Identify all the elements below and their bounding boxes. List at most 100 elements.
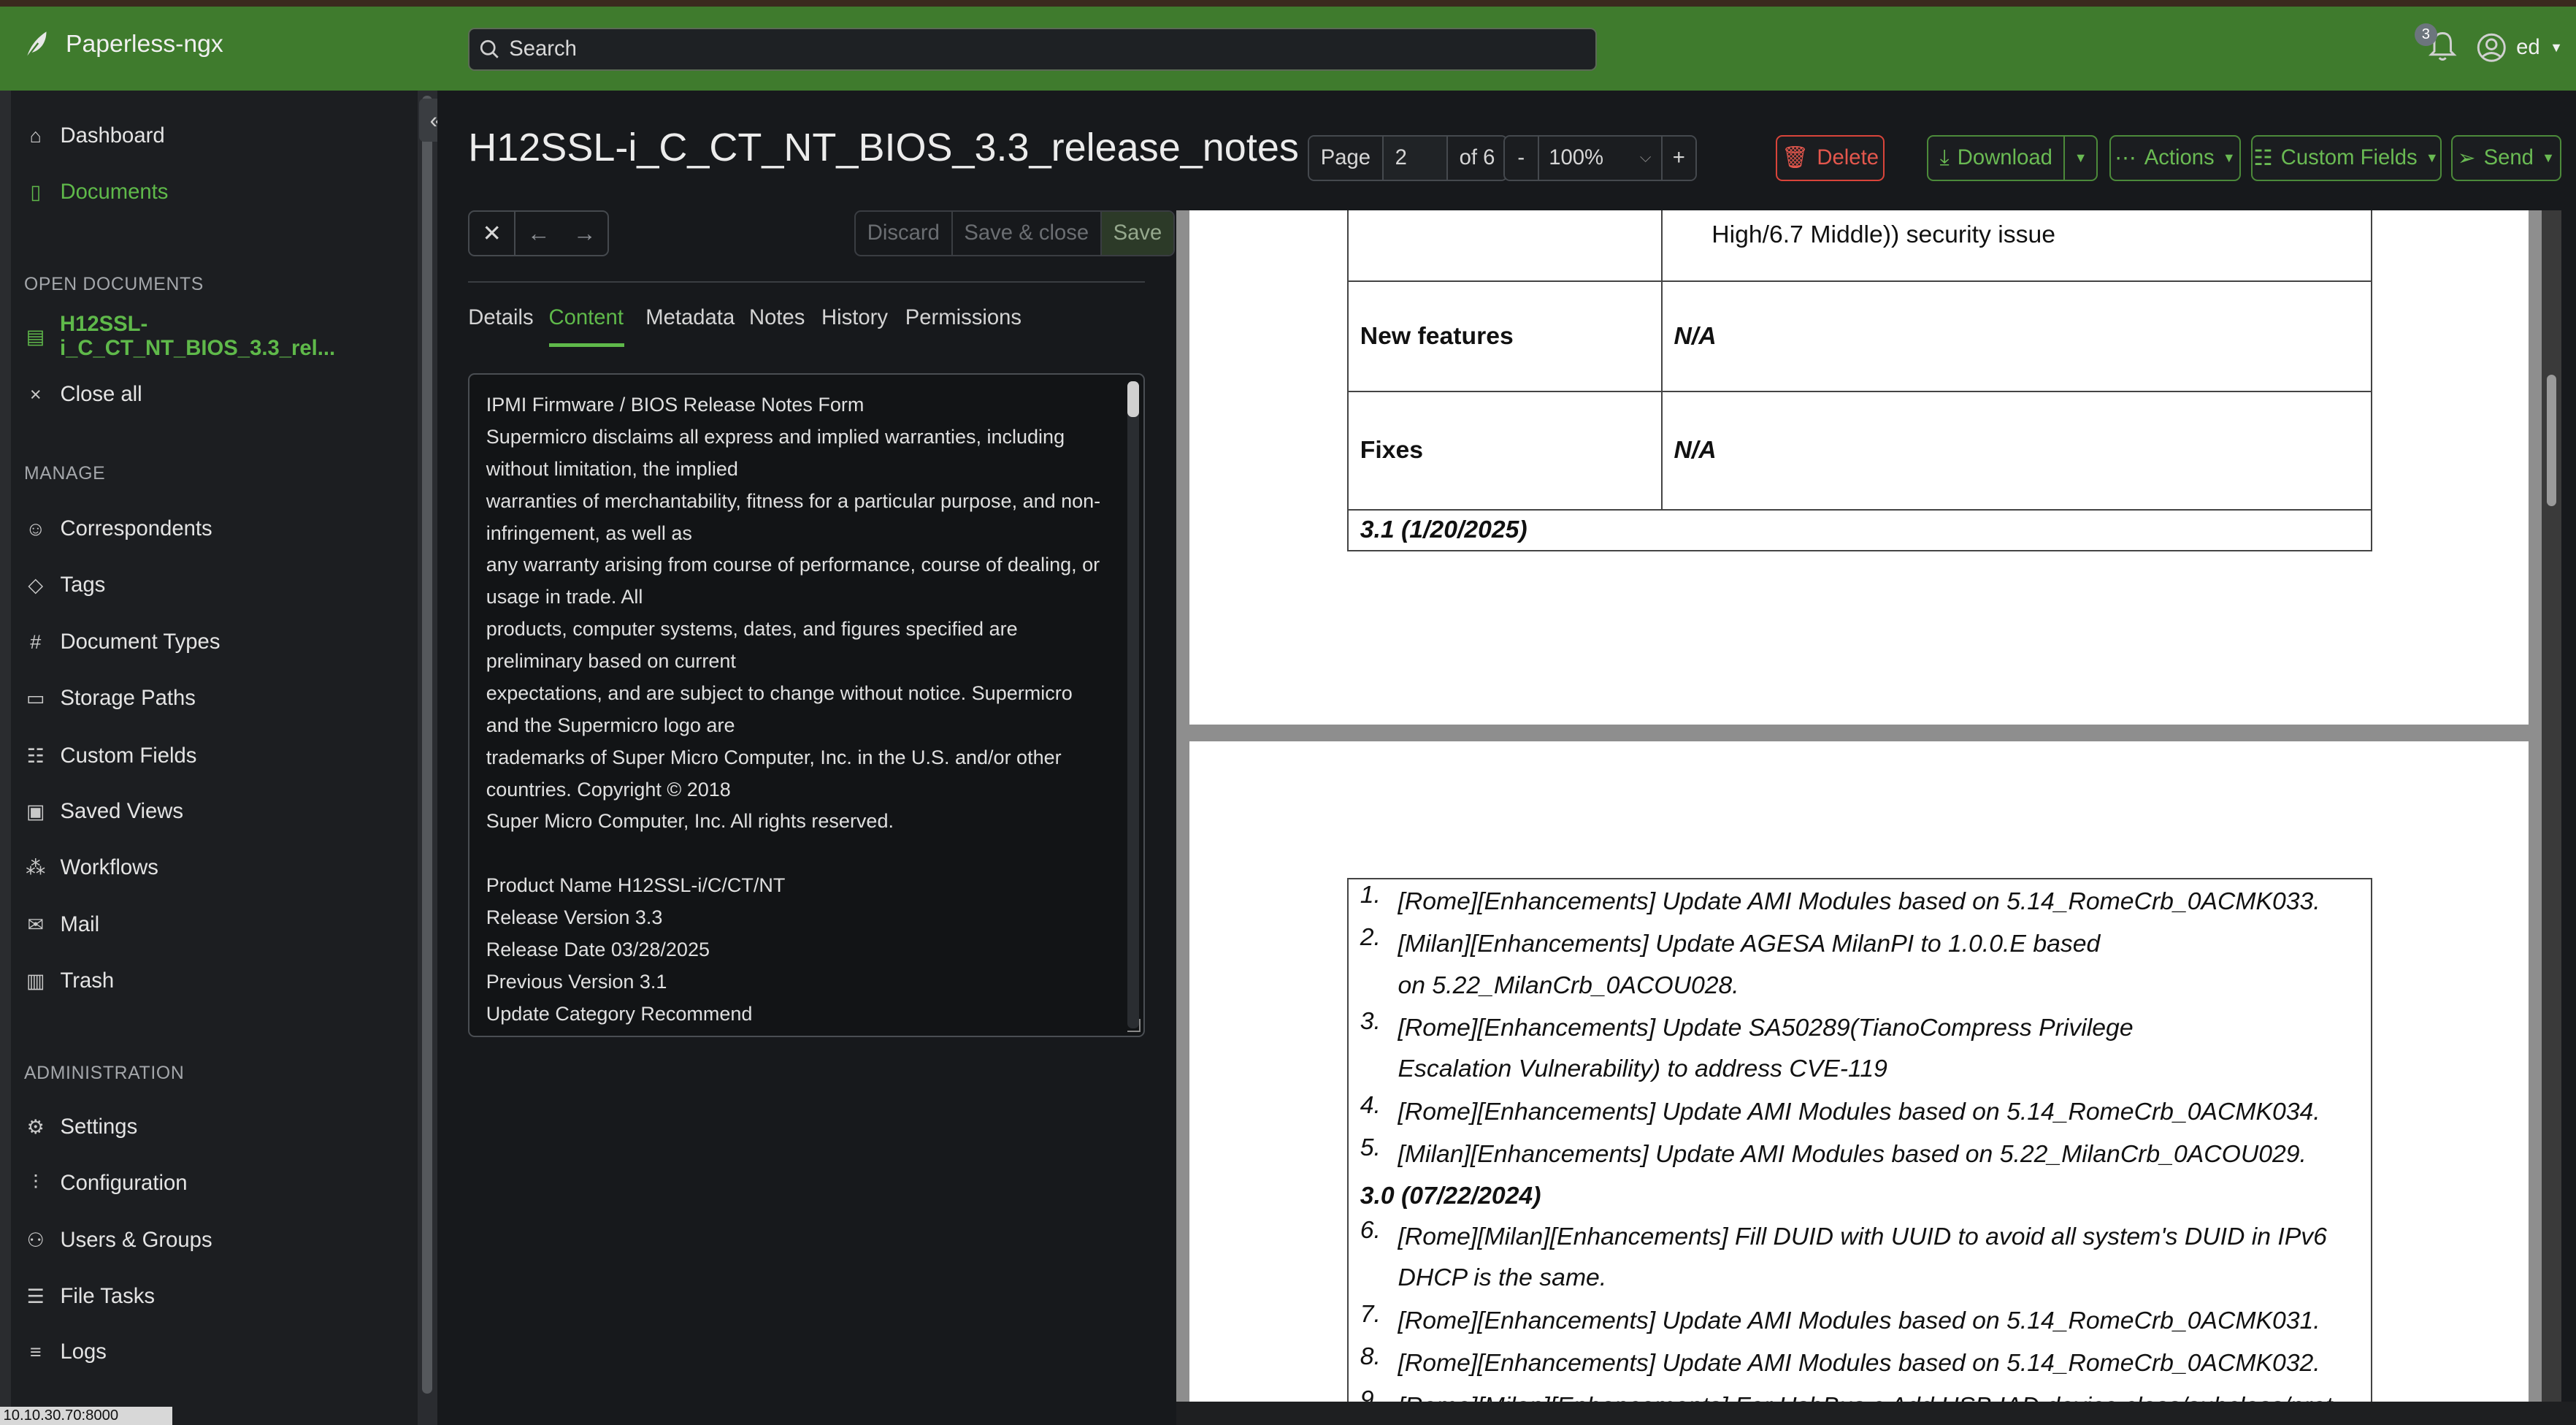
- chevron-down-icon: ⌵: [1640, 150, 1651, 167]
- sidebar-item-close-all[interactable]: × Close all: [24, 378, 142, 411]
- sidebar-item-mail[interactable]: ✉ Mail: [24, 909, 99, 941]
- sliders-icon: ⫶: [24, 1172, 47, 1195]
- zoom-value: 100%: [1549, 146, 1603, 170]
- sidebar-item-label: Settings: [61, 1115, 138, 1139]
- list-item-number: 5.: [1360, 1134, 1398, 1174]
- sidebar-item-correspondents[interactable]: ☺ Correspondents: [24, 513, 212, 546]
- save-close-button[interactable]: Save & close: [951, 212, 1100, 255]
- table-row: High/6.7 Middle)) security issue: [1348, 210, 2372, 281]
- pdf-viewer[interactable]: High/6.7 Middle)) security issue New fea…: [1176, 210, 2561, 1402]
- user-menu[interactable]: ed ▼: [2477, 33, 2563, 63]
- list-item-text: [Rome][Milan][Enhancements] Fill DUID wi…: [1398, 1216, 2335, 1299]
- document-nav-tools: ✕ ← →: [468, 210, 609, 256]
- previous-document-button[interactable]: ←: [515, 212, 561, 255]
- send-dropdown[interactable]: ➢ Send ▼: [2451, 135, 2561, 181]
- sidebar-item-trash[interactable]: ▥ Trash: [24, 965, 114, 998]
- download-button[interactable]: ⤓ Download: [1927, 135, 2065, 181]
- sidebar-item-label: Mail: [61, 913, 100, 937]
- download-dropdown-toggle[interactable]: ▼: [2063, 135, 2098, 181]
- app-brand[interactable]: Paperless-ngx: [23, 30, 223, 60]
- sidebar-item-dashboard[interactable]: ⌂ Dashboard: [24, 120, 165, 153]
- sidebar-item-label: Tags: [61, 573, 106, 597]
- sidebar-item-logs[interactable]: ≡ Logs: [24, 1336, 107, 1369]
- list-item: 3. [Rome][Enhancements] Update SA50289(T…: [1360, 1007, 2236, 1090]
- person-circle-icon: [2477, 33, 2507, 63]
- top-navbar: Paperless-ngx 3 ed ▼: [0, 7, 2576, 91]
- custom-fields-label: Custom Fields: [2281, 146, 2418, 170]
- tab-history[interactable]: History: [821, 306, 888, 330]
- sidebar-item-custom-fields[interactable]: ☷ Custom Fields: [24, 740, 196, 773]
- sidebar-item-open-document[interactable]: ▤ H12SSL-i_C_CT_NT_BIOS_3.3_rel...: [24, 321, 418, 354]
- close-icon: ✕: [483, 220, 502, 247]
- bottom-strip: [1176, 1402, 2576, 1425]
- sidebar-item-label: Workflows: [61, 856, 158, 880]
- sidebar-item-saved-views[interactable]: ▣ Saved Views: [24, 795, 183, 828]
- actions-label: Actions: [2144, 146, 2215, 170]
- list-item: 9. [Rome][Milan][Enhancements] For UsbBu…: [1360, 1386, 2334, 1402]
- sidebar-item-documents[interactable]: ▯ Documents: [24, 176, 168, 209]
- list-item-text: [Rome][Enhancements] Update AMI Modules …: [1398, 1300, 2335, 1341]
- notifications-button[interactable]: 3: [2428, 30, 2461, 66]
- content-scrollbar[interactable]: [1127, 381, 1139, 1029]
- tab-notes[interactable]: Notes: [749, 306, 805, 330]
- caret-down-icon: ▼: [2074, 150, 2088, 166]
- sidebar-item-label: Documents: [61, 180, 169, 205]
- sidebar-item-configuration[interactable]: ⫶ Configuration: [24, 1167, 188, 1200]
- global-search[interactable]: [468, 28, 1597, 71]
- list-item: 1. [Rome][Enhancements] Update AMI Modul…: [1360, 881, 2334, 922]
- sidebar-item-settings[interactable]: ⚙ Settings: [24, 1111, 137, 1144]
- sidebar-item-document-types[interactable]: # Document Types: [24, 626, 220, 659]
- notification-count-badge: 3: [2415, 23, 2438, 47]
- pdf-page: High/6.7 Middle)) security issue New fea…: [1189, 210, 2529, 725]
- sidebar-item-label: Trash: [61, 969, 115, 993]
- page-number-input[interactable]: 2: [1382, 137, 1448, 180]
- close-icon: ×: [24, 383, 47, 406]
- pdf-viewer-scrollbar-thumb[interactable]: [2547, 375, 2557, 506]
- section-heading-open-documents: OPEN DOCUMENTS: [24, 275, 204, 295]
- list-item-number: 1.: [1360, 881, 1398, 922]
- page-navigator: Page 2 of 6: [1308, 135, 1508, 181]
- content-textarea[interactable]: IPMI Firmware / BIOS Release Notes Form …: [468, 373, 1145, 1037]
- sidebar-scrollbar-thumb[interactable]: [422, 96, 432, 1394]
- sidebar-item-label: Close all: [61, 383, 142, 407]
- delete-label: Delete: [1817, 146, 1879, 170]
- arrow-left-icon: ←: [527, 220, 551, 247]
- three-dots-icon: ⋯: [2115, 145, 2136, 171]
- resize-grip-icon[interactable]: [1127, 1019, 1141, 1032]
- chevron-down-icon: ▼: [2550, 40, 2563, 56]
- document-content-text[interactable]: IPMI Firmware / BIOS Release Notes Form …: [486, 389, 1111, 1031]
- zoom-out-button[interactable]: -: [1505, 137, 1538, 180]
- close-document-button[interactable]: ✕: [469, 212, 515, 255]
- search-input[interactable]: [509, 37, 1560, 61]
- list-item-number: 2.: [1360, 923, 1398, 1006]
- boxes-icon: ⁂: [24, 856, 47, 879]
- sidebar-item-tags[interactable]: ◇ Tags: [24, 569, 105, 602]
- tag-icon: ◇: [24, 573, 47, 597]
- tab-permissions[interactable]: Permissions: [905, 306, 1021, 330]
- file-icon: ▯: [24, 181, 47, 205]
- sidebar-item-label: Configuration: [61, 1172, 188, 1196]
- sidebar-item-storage-paths[interactable]: ▭ Storage Paths: [24, 682, 196, 715]
- next-document-button[interactable]: →: [561, 212, 607, 255]
- list-item: 7. [Rome][Enhancements] Update AMI Modul…: [1360, 1300, 2334, 1341]
- section-heading-manage: MANAGE: [24, 464, 105, 484]
- release-table: High/6.7 Middle)) security issue New fea…: [1347, 210, 2372, 551]
- pdf-viewer-scrollbar[interactable]: [2542, 210, 2561, 1402]
- list-item-number: 9.: [1360, 1386, 1398, 1402]
- save-button[interactable]: Save: [1100, 212, 1173, 255]
- sidebar-item-file-tasks[interactable]: ☰ File Tasks: [24, 1280, 155, 1313]
- gear-icon: ⚙: [24, 1116, 47, 1139]
- delete-button[interactable]: 🗑 Delete: [1776, 135, 1885, 181]
- sidebar-item-users-groups[interactable]: ⚇ Users & Groups: [24, 1224, 212, 1257]
- zoom-select[interactable]: 100% ⌵: [1538, 137, 1663, 180]
- actions-dropdown[interactable]: ⋯ Actions ▼: [2109, 135, 2241, 181]
- content-scrollbar-thumb[interactable]: [1127, 381, 1139, 418]
- sidebar-item-workflows[interactable]: ⁂ Workflows: [24, 852, 158, 885]
- table-cell: N/A: [1662, 391, 2372, 510]
- discard-button[interactable]: Discard: [856, 212, 951, 255]
- tab-content[interactable]: Content: [549, 306, 624, 330]
- custom-fields-dropdown[interactable]: ☷ Custom Fields ▼: [2251, 135, 2442, 181]
- zoom-in-button[interactable]: +: [1663, 137, 1695, 180]
- tab-details[interactable]: Details: [468, 306, 533, 330]
- tab-metadata[interactable]: Metadata: [645, 306, 735, 330]
